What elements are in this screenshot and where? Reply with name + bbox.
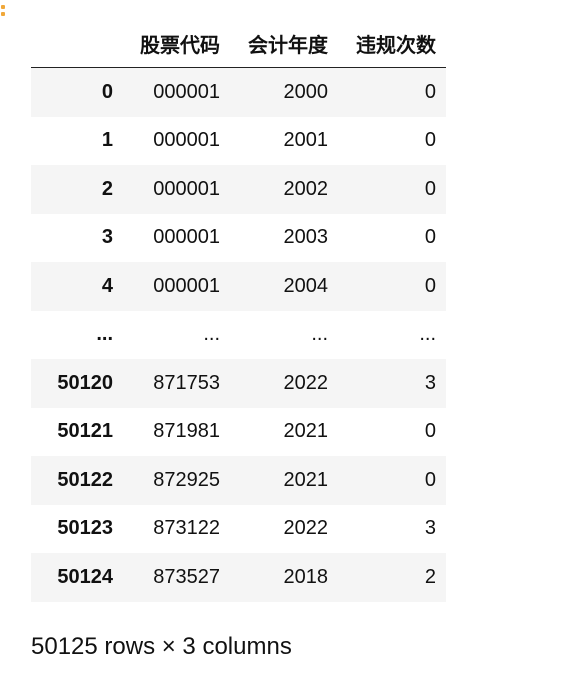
cell-stock-code: 000001 [153,226,220,249]
cell-violation-count: 0 [424,226,436,249]
table-row: 1 000001 2001 0 [31,116,446,165]
table-row-ellipsis: ... ... ... ... [31,310,446,359]
table-row: 50121 871981 2021 0 [31,407,446,456]
cell-violation-count: 0 [424,177,436,200]
cell-violation-count: 3 [424,517,436,540]
row-index: ... [96,323,113,346]
cell-fiscal-year: 2001 [283,129,329,152]
table-row: 0 000001 2000 0 [31,67,446,117]
cell-stock-code: 000001 [153,129,220,152]
cell-stock-code: 871753 [153,371,220,394]
output-prompt-marker [0,4,6,18]
row-index: 50120 [57,371,113,394]
cell-fiscal-year: 2004 [283,274,329,297]
row-index: 0 [101,80,113,103]
index-header [31,20,123,68]
cell-stock-code: 872925 [153,468,220,491]
row-index: 50121 [57,420,113,443]
row-index: 3 [101,226,113,249]
row-index: 1 [101,129,113,152]
table-row: 3 000001 2003 0 [31,213,446,262]
column-header-stock-code: 股票代码 [123,20,230,68]
table-row: 2 000001 2002 0 [31,165,446,214]
column-header-violation-count: 违规次数 [338,20,446,68]
cell-fiscal-year: 2021 [283,420,329,443]
cell-violation-count: 3 [424,371,436,394]
cell-stock-code: 873122 [153,517,220,540]
cell-fiscal-year: 2003 [283,226,329,249]
column-header-fiscal-year: 会计年度 [230,20,338,68]
cell-violation-count: 0 [424,420,436,443]
cell-violation-count: 0 [424,468,436,491]
cell-violation-count: 0 [424,274,436,297]
cell-violation-count: 0 [424,129,436,152]
row-index: 50124 [57,565,113,588]
table-row: 50124 873527 2018 2 [31,553,446,602]
dataframe-table: 股票代码 会计年度 违规次数 0 000001 2000 0 1 000001 … [31,20,446,602]
table-row: 50122 872925 2021 0 [31,456,446,505]
cell-violation-count: 0 [424,80,436,103]
cell-fiscal-year: 2018 [283,565,329,588]
dataframe-output: 股票代码 会计年度 违规次数 0 000001 2000 0 1 000001 … [31,20,446,602]
table-body: 0 000001 2000 0 1 000001 2001 0 2 000001… [31,67,446,602]
cell-fiscal-year: 2022 [283,371,329,394]
row-index: 4 [101,274,113,297]
cell-fiscal-year: 2000 [283,80,329,103]
table-row: 4 000001 2004 0 [31,262,446,311]
cell-stock-code: 000001 [153,274,220,297]
header-row: 股票代码 会计年度 违规次数 [31,20,446,68]
cell-stock-code: 000001 [153,177,220,200]
cell-stock-code: 871981 [153,420,220,443]
cell-fiscal-year: ... [311,323,328,346]
cell-stock-code: ... [203,323,220,346]
cell-fiscal-year: 2002 [283,177,329,200]
cell-stock-code: 873527 [153,565,220,588]
table-row: 50120 871753 2022 3 [31,359,446,408]
cell-violation-count: 2 [424,565,436,588]
table-row: 50123 873122 2022 3 [31,504,446,553]
cell-violation-count: ... [419,323,436,346]
cell-fiscal-year: 2021 [283,468,329,491]
cell-stock-code: 000001 [153,80,220,103]
cell-fiscal-year: 2022 [283,517,329,540]
row-index: 50123 [57,517,113,540]
dataframe-shape-caption: 50125 rows × 3 columns [31,633,292,660]
row-index: 50122 [57,468,113,491]
row-index: 2 [101,177,113,200]
